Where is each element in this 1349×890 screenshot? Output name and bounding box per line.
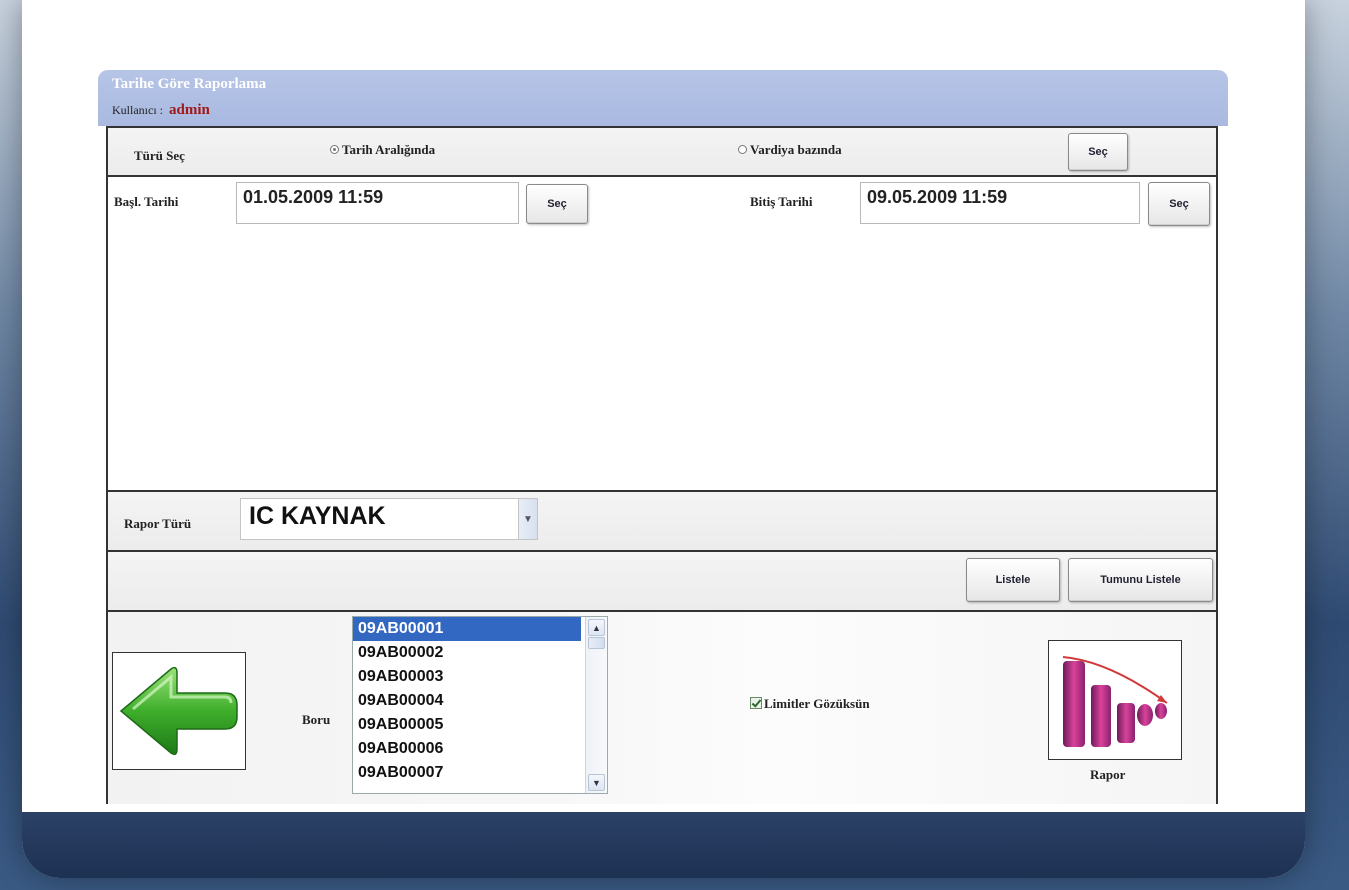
radio-date-range[interactable]: Tarih Aralığında bbox=[330, 142, 435, 158]
user-label: Kullanıcı : bbox=[112, 103, 163, 117]
end-date-button[interactable]: Seç bbox=[1148, 182, 1210, 226]
pipe-listbox[interactable]: 09AB00001 09AB00002 09AB00003 09AB00004 … bbox=[352, 616, 608, 794]
list-all-button[interactable]: Tumunu Listele bbox=[1068, 558, 1213, 602]
list-item[interactable]: 09AB00006 bbox=[353, 737, 581, 761]
end-date-label: Bitiş Tarihi bbox=[750, 194, 813, 209]
report-type-value: IC KAYNAK bbox=[249, 502, 386, 530]
type-row: Türü Seç Tarih Aralığında Vardiya bazınd… bbox=[108, 128, 1216, 177]
scroll-up-icon[interactable]: ▲ bbox=[588, 619, 605, 636]
actions-row: Listele Tumunu Listele bbox=[108, 552, 1216, 612]
list-item[interactable]: 09AB00007 bbox=[353, 761, 581, 785]
scroll-down-icon[interactable]: ▼ bbox=[588, 774, 605, 791]
frame-footer bbox=[22, 812, 1305, 878]
chevron-down-icon[interactable]: ▼ bbox=[518, 499, 537, 539]
limits-checkbox-label: Limitler Gözüksün bbox=[764, 696, 870, 711]
report-type-label: Rapor Türü bbox=[124, 516, 192, 531]
radio-shift[interactable]: Vardiya bazında bbox=[738, 142, 842, 158]
start-date-button[interactable]: Seç bbox=[526, 184, 588, 224]
page-header: Tarihe Göre Raporlama Kullanıcı : admin bbox=[98, 70, 1228, 126]
list-item[interactable]: 09AB00003 bbox=[353, 665, 581, 689]
listbox-scrollbar[interactable]: ▲ ▼ bbox=[585, 617, 607, 793]
report-type-row: Rapor Türü IC KAYNAK ▼ bbox=[108, 492, 1216, 552]
report-button[interactable] bbox=[1048, 640, 1182, 760]
report-type-select[interactable]: IC KAYNAK ▼ bbox=[240, 498, 538, 540]
radio-date-range-label: Tarih Aralığında bbox=[342, 142, 436, 157]
bottom-row: Boru 09AB00001 09AB00002 09AB00003 09AB0… bbox=[108, 612, 1216, 804]
user-info: Kullanıcı : admin bbox=[112, 102, 210, 119]
radio-date-range-dot[interactable] bbox=[330, 145, 339, 154]
list-item[interactable]: 09AB00004 bbox=[353, 689, 581, 713]
report-chart-icon bbox=[1062, 656, 1168, 747]
list-item[interactable]: 09AB00002 bbox=[353, 641, 581, 665]
list-item[interactable]: 09AB00001 bbox=[353, 617, 581, 641]
list-button[interactable]: Listele bbox=[966, 558, 1060, 602]
radio-shift-dot[interactable] bbox=[738, 145, 747, 154]
report-label: Rapor bbox=[1090, 767, 1126, 782]
end-date-field[interactable]: 09.05.2009 11:59 bbox=[860, 182, 1140, 224]
radio-shift-label: Vardiya bazında bbox=[750, 142, 842, 157]
type-label: Türü Seç bbox=[134, 148, 185, 163]
page-title: Tarihe Göre Raporlama bbox=[112, 76, 267, 92]
checkbox-box[interactable] bbox=[750, 697, 762, 709]
back-arrow-icon bbox=[119, 666, 238, 756]
list-item[interactable]: 09AB00005 bbox=[353, 713, 581, 737]
type-select-button[interactable]: Seç bbox=[1068, 133, 1128, 171]
scroll-thumb[interactable] bbox=[588, 637, 605, 649]
report-form: Türü Seç Tarih Aralığında Vardiya bazınd… bbox=[106, 126, 1218, 804]
user-name: admin bbox=[169, 102, 210, 118]
start-date-field[interactable]: 01.05.2009 11:59 bbox=[236, 182, 519, 224]
boru-label: Boru bbox=[302, 712, 331, 727]
limits-checkbox[interactable]: Limitler Gözüksün bbox=[750, 696, 870, 712]
start-date-label: Başl. Tarihi bbox=[114, 194, 179, 209]
date-row: Başl. Tarihi 01.05.2009 11:59 Seç Bitiş … bbox=[108, 177, 1216, 492]
back-button[interactable] bbox=[112, 652, 246, 770]
